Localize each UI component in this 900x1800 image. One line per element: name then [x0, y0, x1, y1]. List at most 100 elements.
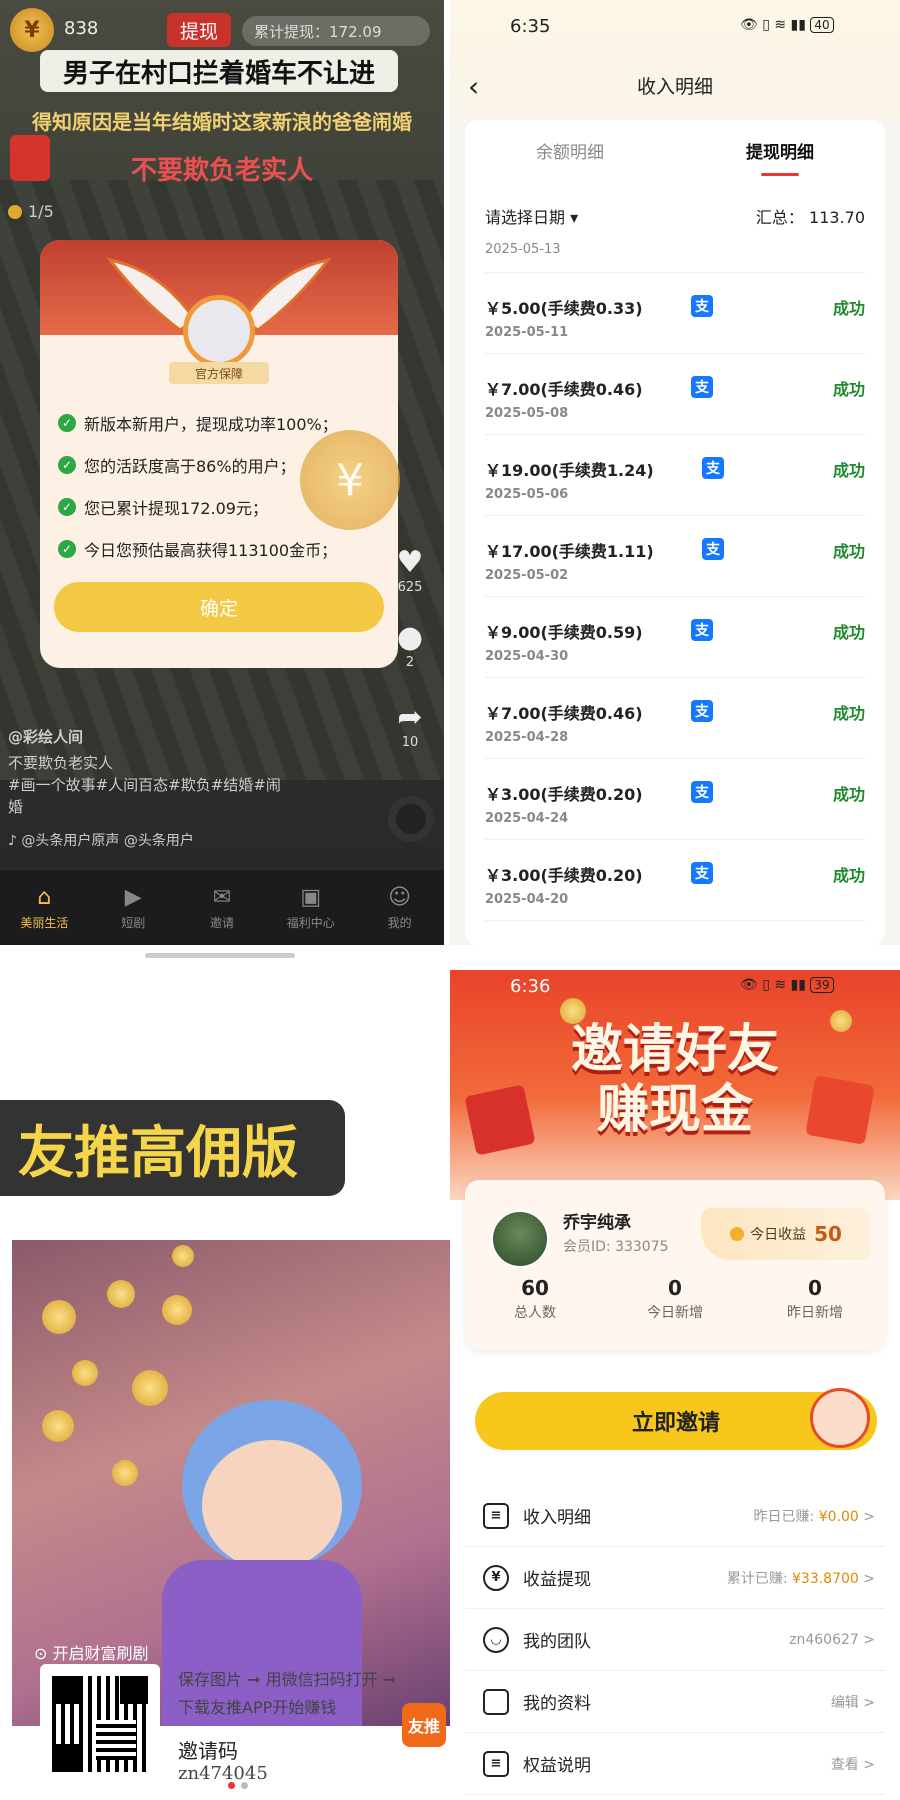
alipay-icon: 支: [691, 619, 713, 641]
play-icon: ▶: [124, 884, 142, 910]
comment-button[interactable]: ● 2: [390, 620, 430, 670]
poster-illustration: ⊙ 开启财富刷剧: [12, 1240, 450, 1726]
app-logo: 友推: [402, 1703, 446, 1747]
caret-down-icon: ▾: [570, 208, 579, 227]
tab-mine[interactable]: ☺ 我的: [355, 870, 444, 945]
episode-counter: 1/5: [8, 202, 54, 221]
record-amount: ￥17.00(手续费1.11): [485, 542, 654, 561]
list-item[interactable]: ￥19.00(手续费1.24) 2025-05-06 支 成功: [485, 434, 865, 515]
alipay-icon: 支: [691, 295, 713, 317]
battery-icon: 40: [810, 17, 834, 33]
menu-withdraw-earnings[interactable]: ¥ 收益提现 累计已赚: ¥33.8700 >: [465, 1547, 885, 1609]
stat-yesterday-new: 0 昨日新增: [787, 1276, 843, 1321]
video-description: 不要欺负老实人 #画一个故事#人间百态#欺负#结婚#闹婚: [8, 754, 281, 816]
yen-icon: ¥: [483, 1564, 509, 1591]
tab-home[interactable]: ⌂ 美丽生活: [0, 870, 89, 945]
record-status: 成功: [832, 866, 865, 885]
invite-earnings-panel: 6:36 👁 ▯ ≋ ▮▮ 39 邀请好友 赚现金 乔宇纯承 会员ID: 3330…: [450, 970, 900, 1800]
tab-withdraw-details[interactable]: 提现明细: [675, 120, 885, 180]
music-disc-icon[interactable]: [388, 796, 434, 842]
record-date: 2025-04-30: [485, 649, 569, 664]
alipay-icon: 支: [691, 781, 713, 803]
page-indicator: [228, 1782, 248, 1789]
list-item[interactable]: ￥5.00(手续费0.33) 2025-05-11 支 成功: [485, 272, 865, 353]
share-button[interactable]: ➦ 10: [390, 700, 430, 750]
confirm-button[interactable]: 确定: [54, 582, 384, 632]
user-icon: ◡: [483, 1626, 509, 1653]
status-icons: 👁 ▯ ≋ ▮▮ 40: [740, 17, 834, 33]
like-button[interactable]: ♥ 625: [390, 545, 430, 595]
pointing-hand-icon: [810, 1388, 870, 1448]
tab-short-drama[interactable]: ▶ 短剧: [89, 870, 178, 945]
record-date: 2025-05-13: [485, 242, 561, 257]
video-title: 男子在村口拦着婚车不让进: [40, 50, 398, 92]
menu-my-team[interactable]: ◡ 我的团队 zn460627 >: [465, 1609, 885, 1671]
invite-poster-panel: 友推高佣版 ⊙ 开启财富刷剧 保存图片 ➞ 用微信扫码打开 ➞ 下载友推APP开…: [0, 965, 450, 1800]
coin-icon: [132, 1370, 168, 1406]
home-icon: ⌂: [37, 884, 52, 910]
menu-income-details[interactable]: ≡ 收入明细 昨日已赚: ¥0.00 >: [465, 1485, 885, 1547]
chevron-right-icon: >: [863, 1694, 875, 1711]
comment-icon: ●: [396, 620, 424, 655]
chevron-right-icon: >: [863, 1756, 875, 1773]
member-id: 会员ID: 333075: [563, 1239, 669, 1255]
instruction-step-1: 保存图片 ➞ 用微信扫码打开 ➞: [178, 1670, 397, 1689]
check-icon: ✓: [58, 456, 76, 474]
menu-benefits-info[interactable]: ≡ 权益说明 查看 >: [465, 1733, 885, 1795]
menu-my-profile[interactable]: 我的资料 编辑 >: [465, 1671, 885, 1733]
file-text-icon: ≡: [483, 1750, 509, 1777]
list-item[interactable]: ￥9.00(手续费0.59) 2025-04-30 支 成功: [485, 596, 865, 677]
account-menu: ≡ 收入明细 昨日已赚: ¥0.00 > ¥ 收益提现 累计已赚: ¥33.87…: [465, 1485, 885, 1795]
stat-today-new: 0 今日新增: [647, 1276, 703, 1321]
record-status: 成功: [832, 380, 865, 399]
record-date: 2025-04-28: [485, 730, 569, 745]
coin-icon: [42, 1300, 76, 1334]
music-credit[interactable]: ♪ @头条用户原声 @头条用户: [8, 830, 194, 850]
coin-icon: [107, 1280, 135, 1308]
list-item[interactable]: ￥7.00(手续费0.46) 2025-05-08 支 成功: [485, 353, 865, 434]
date-picker[interactable]: 请选择日期 ▾: [485, 204, 578, 228]
gold-coin-icon[interactable]: ¥: [10, 8, 54, 52]
chevron-right-icon: >: [863, 1631, 875, 1648]
record-amount: ￥19.00(手续费1.24): [485, 461, 654, 480]
poster-caption: ⊙ 开启财富刷剧: [34, 1644, 149, 1663]
list-item[interactable]: ￥3.00(手续费0.20) 2025-04-20 支 成功: [485, 839, 865, 921]
chevron-right-icon: >: [863, 1508, 875, 1525]
avatar[interactable]: [491, 1210, 549, 1268]
benefit-line: ✓ 今日您预估最高获得113100金币；: [58, 528, 388, 570]
tab-invite[interactable]: ✉ 邀请: [178, 870, 267, 945]
page-title: 收入明细: [636, 76, 713, 98]
record-tabs: 余额明细 提现明细: [465, 120, 885, 180]
income-details-panel: 6:35 👁 ▯ ≋ ▮▮ 40 ‹ 收入明细 余额明细 提现明细 请选择日期 …: [450, 0, 900, 945]
coin-icon: [112, 1460, 138, 1486]
bottom-tab-bar: ⌂ 美丽生活 ▶ 短剧 ✉ 邀请 ▣ 福利中心 ☺ 我的: [0, 870, 444, 945]
record-status: 成功: [832, 299, 865, 318]
record-date: 2025-04-24: [485, 811, 569, 826]
invite-code: zn474045: [178, 1763, 268, 1784]
list-item[interactable]: ￥17.00(手续费1.11) 2025-05-02 支 成功: [485, 515, 865, 596]
tab-welfare[interactable]: ▣ 福利中心: [266, 870, 355, 945]
video-subtitle-2: 不要欺负老实人: [130, 156, 313, 186]
record-date: 2025-05-02: [485, 568, 569, 583]
folder-icon: [483, 1688, 509, 1715]
status-time: 6:35: [510, 16, 551, 37]
record-amount: ￥3.00(手续费0.20): [485, 866, 643, 885]
tab-balance-details[interactable]: 余额明细: [465, 120, 675, 180]
withdraw-button[interactable]: 提现: [167, 13, 231, 47]
video-author[interactable]: @彩绘人间: [8, 726, 83, 747]
record-date: 2025-05-08: [485, 406, 569, 421]
record-date: 2025-05-06: [485, 487, 569, 502]
user-name: 乔宇纯承: [563, 1213, 631, 1233]
list-item[interactable]: ￥7.00(手续费0.46) 2025-04-28 支 成功: [485, 677, 865, 758]
invite-banner: 6:36 👁 ▯ ≋ ▮▮ 39 邀请好友 赚现金: [450, 970, 900, 1200]
gift-icon: ▣: [300, 884, 322, 910]
record-status: 成功: [832, 623, 865, 642]
yen-coin-icon: ¥: [300, 430, 400, 530]
coin-icon: [42, 1410, 74, 1442]
total-withdraw: 累计提现：172.09: [242, 16, 430, 46]
character-face: [202, 1440, 342, 1570]
poster-title: 友推高佣版: [0, 1100, 345, 1196]
list-item[interactable]: ￥3.00(手续费0.20) 2025-04-24 支 成功: [485, 758, 865, 839]
coin-icon: [730, 1227, 745, 1241]
battery-icon: 39: [810, 977, 834, 993]
